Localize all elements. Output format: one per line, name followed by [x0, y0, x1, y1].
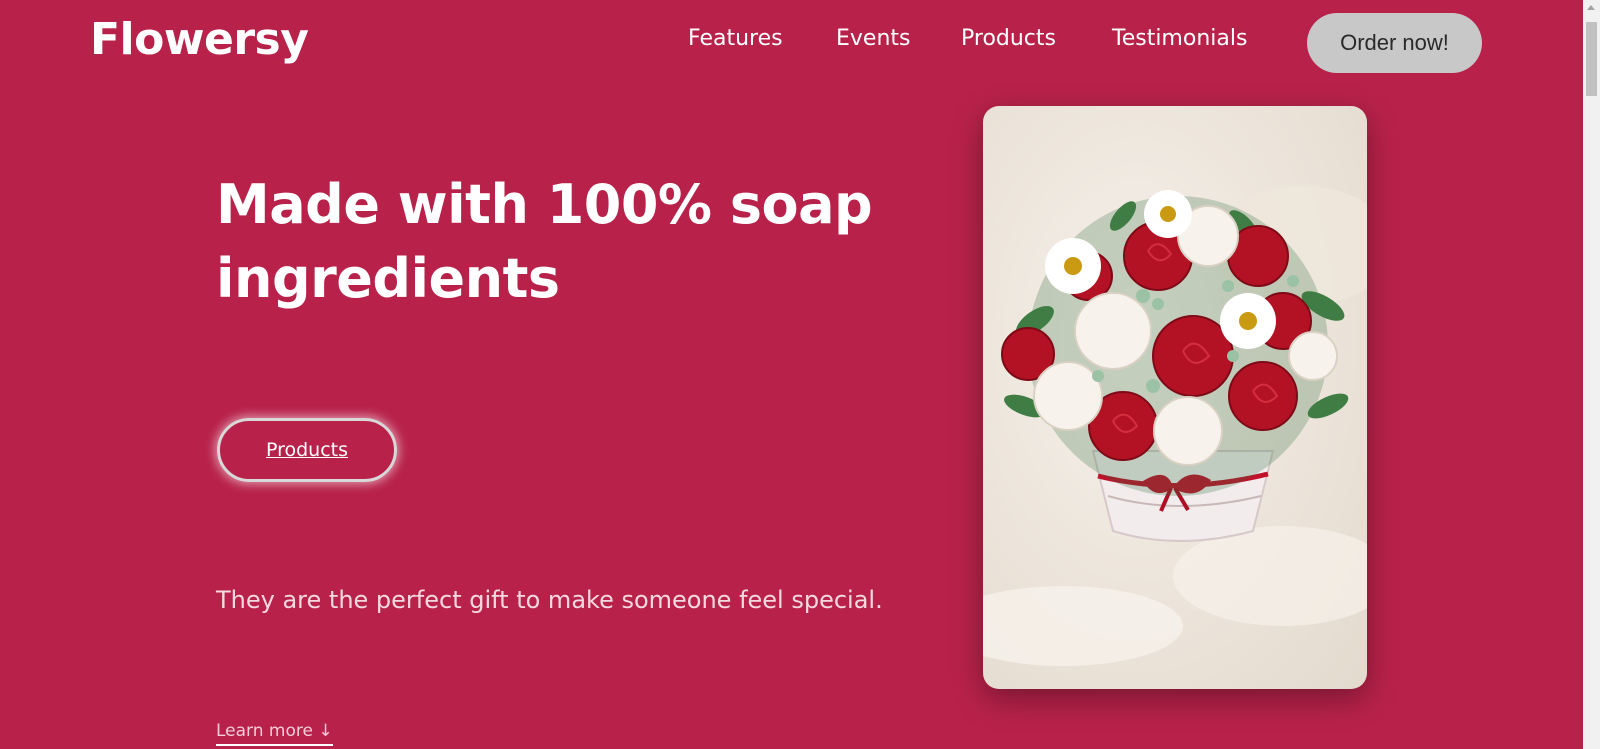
nav-item-testimonials[interactable]: Testimonials [1112, 26, 1247, 51]
order-now-button[interactable]: Order now! [1307, 13, 1482, 73]
learn-more-link[interactable]: Learn more ↓ [216, 721, 333, 746]
nav-item-products[interactable]: Products [961, 26, 1056, 51]
scroll-up-arrow-icon[interactable] [1587, 5, 1595, 10]
hero-headline: Made with 100% soap ingredients [216, 173, 873, 310]
nav-item-events[interactable]: Events [836, 26, 911, 51]
landing-page: Flowersy Features Events Products Testim… [0, 0, 1600, 749]
nav-item-features[interactable]: Features [688, 26, 783, 51]
scroll-thumb[interactable] [1586, 22, 1597, 96]
bouquet-illustration [983, 186, 1367, 666]
page-scrollbar[interactable] [1583, 0, 1600, 749]
brand-logo[interactable]: Flowersy [90, 14, 309, 65]
products-button[interactable]: Products [217, 418, 397, 482]
hero-tagline: They are the perfect gift to make someon… [216, 586, 883, 614]
bouquet-photo [983, 106, 1367, 689]
